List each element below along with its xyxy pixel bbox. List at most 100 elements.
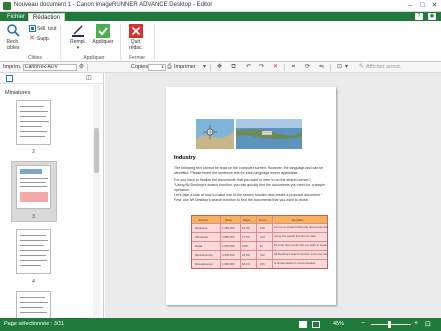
zoom-out-icon[interactable]: −	[361, 320, 365, 327]
thumbnails-scrollbar[interactable]	[93, 85, 100, 318]
apply-label: Appliquer	[92, 39, 114, 45]
app-icon	[3, 2, 11, 10]
page-table: Industry Value Share Count Remarks Marke…	[191, 215, 328, 269]
redo-icon[interactable]: ↷	[258, 64, 265, 71]
quit-editing-label: Quit. rédac.	[129, 39, 143, 51]
fill-pen-icon	[72, 25, 84, 37]
chevron-down-icon[interactable]: ▾	[68, 45, 88, 51]
table-cell: 3,405,000	[222, 253, 235, 257]
thumbnail-page-3[interactable]	[16, 165, 51, 209]
table-cell: A simple search is recommended.	[274, 261, 316, 265]
page-paragraph: The following text cannot be read on the…	[174, 166, 324, 170]
delete-button[interactable]: Supp.	[37, 36, 50, 42]
print-button[interactable]: Imprimer	[174, 64, 196, 70]
table-cell: 2,880,000	[222, 235, 235, 239]
separator	[210, 64, 211, 71]
chevron-down-icon[interactable]: ▾	[201, 64, 208, 71]
zoom-in-icon[interactable]: +	[414, 320, 418, 327]
table-cell: 18.1%	[242, 262, 250, 266]
printer-settings-icon[interactable]: ⚙	[78, 64, 85, 71]
map-image	[196, 119, 234, 149]
search-targets-button[interactable]	[6, 24, 22, 38]
check-icon	[96, 24, 110, 38]
table-header-cell: Count	[259, 218, 267, 222]
document-page[interactable]: Industry The following text cannot be re…	[166, 87, 336, 305]
page-paragraph: "Using iW Desktop's search function, you…	[174, 183, 325, 187]
show-annotations-button[interactable]: Afficher annot.	[366, 64, 401, 70]
table-header-cell: Share	[243, 218, 251, 222]
pane-options-icon[interactable]: ◫	[86, 74, 92, 81]
page-selected-status: Page sélectionnée : 3/11	[4, 321, 65, 327]
ribbon-tabs: Fichier Rédaction ? ▣	[0, 12, 441, 21]
page-paragraph: Let's take a look at how to make use of …	[174, 193, 323, 197]
thumbnail-number: 3	[32, 214, 35, 220]
quit-editing-button[interactable]	[129, 24, 143, 38]
zoom-slider[interactable]	[371, 324, 411, 325]
document-view: Industry The following text cannot be re…	[105, 73, 441, 318]
thumbnail-page-2[interactable]	[16, 100, 51, 145]
page-paragraph: For you have to finalize the documents t…	[174, 178, 311, 182]
table-cell: Retail	[195, 244, 203, 248]
printer-icon[interactable]: ⎙	[166, 64, 173, 71]
search-icon	[7, 24, 20, 37]
printer-label: Imprim.	[3, 64, 22, 70]
chevron-down-icon[interactable]: ▾	[343, 64, 350, 71]
table-cell: 1,250,000	[222, 226, 235, 230]
table-header-cell: Remarks	[292, 218, 304, 222]
table-cell: 224	[260, 235, 265, 239]
select-all-icon[interactable]	[29, 25, 37, 32]
thumbnail-view-icon[interactable]	[6, 75, 13, 82]
table-cell: 87	[260, 244, 264, 248]
minimize-button[interactable]: –	[405, 1, 416, 10]
single-page-view-button[interactable]	[299, 321, 307, 328]
select-all-button[interactable]: Séll. tout	[37, 26, 56, 32]
table-cell: 32.6%	[242, 253, 250, 257]
group-label-fermer: Fermer	[128, 55, 146, 61]
delete-icon[interactable]: ✕	[29, 35, 37, 42]
window-title: Nouveau document 1 - Canon imageRUNNER A…	[14, 2, 213, 8]
crop-icon[interactable]: ⌗	[290, 64, 297, 71]
table-cell: 1,010,000	[222, 244, 235, 248]
fit-page-icon[interactable]: ⊡	[336, 64, 343, 71]
tab-redaction[interactable]: Rédaction	[28, 13, 66, 21]
table-cell: Find the documents that you want to reus…	[274, 243, 328, 247]
move-icon[interactable]: ✥	[216, 64, 223, 71]
maximize-button[interactable]: □	[417, 1, 428, 10]
table-header-cell: Industry	[198, 218, 208, 222]
printer-select[interactable]: Canon iR-ADV	[23, 64, 77, 71]
title-bar: Nouveau document 1 - Canon imageRUNNER A…	[0, 0, 441, 12]
thumbnails-pane: ◫ Miniatures 2 3 4	[0, 73, 104, 318]
help-icon[interactable]: ?	[415, 13, 423, 20]
thumbnail-page-5[interactable]	[16, 291, 51, 318]
table-cell: Miscellaneous	[195, 262, 213, 266]
printer-value: Canon iR-ADV	[25, 64, 58, 70]
zoom-slider-knob[interactable]	[388, 321, 391, 328]
table-cell: 1,900,000	[222, 262, 235, 266]
close-button[interactable]: ✕	[429, 1, 440, 10]
tab-fichier[interactable]: Fichier	[3, 13, 29, 21]
settings-icon[interactable]: ▣	[428, 13, 436, 20]
fill-button[interactable]	[71, 24, 85, 38]
copies-input[interactable]: 1	[148, 64, 166, 71]
apply-button[interactable]	[96, 24, 110, 38]
thumbnail-view-button[interactable]	[312, 321, 320, 328]
copies-label: Copies	[131, 64, 149, 70]
page-paragraph: First, use iW Desktop's search function …	[174, 198, 309, 202]
separator	[87, 64, 88, 71]
rotate-icon[interactable]: ⟳	[304, 64, 311, 71]
arrange-icon[interactable]: ⧉	[230, 64, 237, 71]
fit-window-icon[interactable]: ⊡	[425, 320, 431, 328]
show-annotations-icon[interactable]: ✎	[358, 64, 365, 71]
thumbnail-number: 2	[32, 149, 35, 155]
search-targets-label: Rech. cibles	[6, 39, 20, 51]
undo-icon[interactable]: ↶	[245, 64, 252, 71]
delete-icon[interactable]: ✕	[272, 64, 279, 71]
scrollbar-thumb[interactable]	[94, 128, 99, 173]
table-cell: 108	[260, 226, 265, 230]
thumbnails-toolbar: ◫	[0, 73, 104, 84]
group-label-cibles: Cibles	[28, 55, 42, 61]
thumbnail-page-4[interactable]	[16, 229, 51, 274]
status-bar: Page sélectionnée : 3/11 45% − + ⊡	[0, 318, 441, 331]
flip-icon[interactable]: ⇋	[318, 64, 325, 71]
ribbon: Rech. cibles Séll. tout ✕ Supp. Cibles R…	[0, 21, 441, 62]
